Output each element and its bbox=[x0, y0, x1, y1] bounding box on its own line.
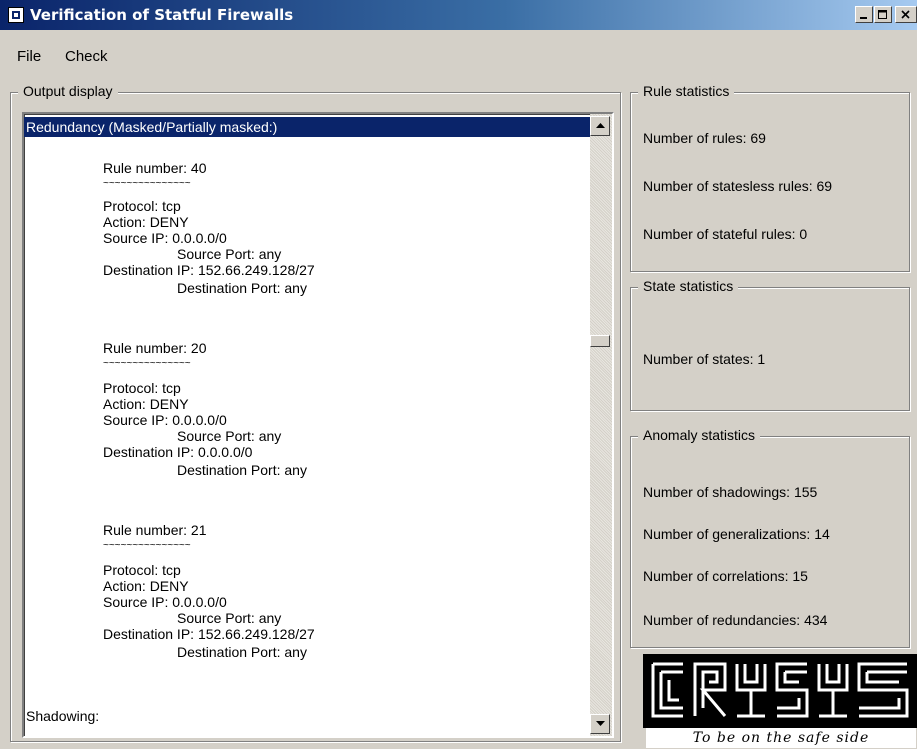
rule-protocol: Protocol: tcp bbox=[103, 380, 181, 396]
output-listbox[interactable]: Redundancy (Masked/Partially masked:) Ru… bbox=[22, 112, 614, 738]
rule-source-port: Source Port: any bbox=[177, 246, 282, 262]
rule-action: Action: DENY bbox=[103, 214, 189, 230]
rule-source-port: Source Port: any bbox=[177, 428, 282, 444]
number-of-stateful-rules: Number of stateful rules: 0 bbox=[643, 226, 808, 242]
output-list-content: Redundancy (Masked/Partially masked:) Ru… bbox=[24, 114, 590, 736]
rule-statistics-title: Rule statistics bbox=[638, 83, 735, 99]
rule-source-ip: Source IP: 0.0.0.0/0 bbox=[103, 230, 227, 246]
scroll-down-button[interactable] bbox=[590, 714, 610, 734]
maximize-icon bbox=[878, 10, 887, 19]
rule-destination-port: Destination Port: any bbox=[177, 462, 307, 478]
list-item-selected[interactable]: Redundancy (Masked/Partially masked:) bbox=[24, 117, 590, 137]
list-item-shadowing[interactable]: Shadowing: bbox=[26, 708, 99, 724]
close-button[interactable] bbox=[895, 6, 917, 23]
number-of-rules: Number of rules: 69 bbox=[643, 130, 766, 146]
rule-source-port: Source Port: any bbox=[177, 610, 282, 626]
rule-protocol: Protocol: tcp bbox=[103, 562, 181, 578]
number-of-shadowings: Number of shadowings: 155 bbox=[643, 484, 818, 500]
app-icon[interactable] bbox=[8, 7, 24, 23]
number-of-correlations: Number of correlations: 15 bbox=[643, 568, 808, 584]
rule-source-ip: Source IP: 0.0.0.0/0 bbox=[103, 412, 227, 428]
state-statistics-group: State statistics bbox=[630, 278, 910, 411]
anomaly-statistics-title: Anomaly statistics bbox=[638, 427, 761, 443]
rule-number: Rule number: 20 bbox=[103, 340, 207, 356]
arrow-down-icon bbox=[595, 721, 605, 726]
rule-destination-ip: Destination IP: 0.0.0.0/0 bbox=[103, 444, 253, 460]
window-title: Verification of Statful Firewalls bbox=[30, 6, 294, 24]
rule-destination-ip: Destination IP: 152.66.249.128/27 bbox=[103, 626, 315, 642]
number-of-generalizations: Number of generalizations: 14 bbox=[643, 526, 830, 542]
state-statistics-title: State statistics bbox=[638, 278, 739, 294]
rule-destination-ip: Destination IP: 152.66.249.128/27 bbox=[103, 262, 315, 278]
minimize-icon bbox=[860, 17, 867, 19]
scroll-thumb[interactable] bbox=[590, 335, 610, 347]
minimize-button[interactable] bbox=[855, 6, 873, 23]
rule-separator: ~~~~~~~~~~~~~~~ bbox=[103, 358, 191, 369]
menu-check[interactable]: Check bbox=[65, 48, 108, 65]
rule-destination-port: Destination Port: any bbox=[177, 280, 307, 296]
number-of-states: Number of states: 1 bbox=[643, 351, 766, 367]
menu-file[interactable]: File bbox=[17, 48, 41, 65]
vertical-scrollbar[interactable] bbox=[590, 114, 612, 736]
rule-number: Rule number: 40 bbox=[103, 160, 207, 176]
scroll-up-button[interactable] bbox=[590, 116, 610, 136]
crysys-logo-mark bbox=[643, 654, 917, 728]
output-display-title: Output display bbox=[18, 83, 118, 99]
rule-separator: ~~~~~~~~~~~~~~~ bbox=[103, 540, 191, 551]
number-of-stateless-rules: Number of statesless rules: 69 bbox=[643, 178, 833, 194]
rule-separator: ~~~~~~~~~~~~~~~ bbox=[103, 178, 191, 189]
rule-action: Action: DENY bbox=[103, 396, 189, 412]
maximize-button[interactable] bbox=[874, 6, 892, 23]
rule-destination-port: Destination Port: any bbox=[177, 644, 307, 660]
close-icon bbox=[901, 10, 910, 19]
arrow-up-icon bbox=[595, 123, 605, 128]
rule-source-ip: Source IP: 0.0.0.0/0 bbox=[103, 594, 227, 610]
rule-protocol: Protocol: tcp bbox=[103, 198, 181, 214]
rule-action: Action: DENY bbox=[103, 578, 189, 594]
logo-slogan: To be on the safe side bbox=[646, 728, 916, 748]
number-of-redundancies: Number of redundancies: 434 bbox=[643, 612, 828, 628]
title-bar[interactable]: Verification of Statful Firewalls bbox=[0, 0, 917, 30]
rule-number: Rule number: 21 bbox=[103, 522, 207, 538]
